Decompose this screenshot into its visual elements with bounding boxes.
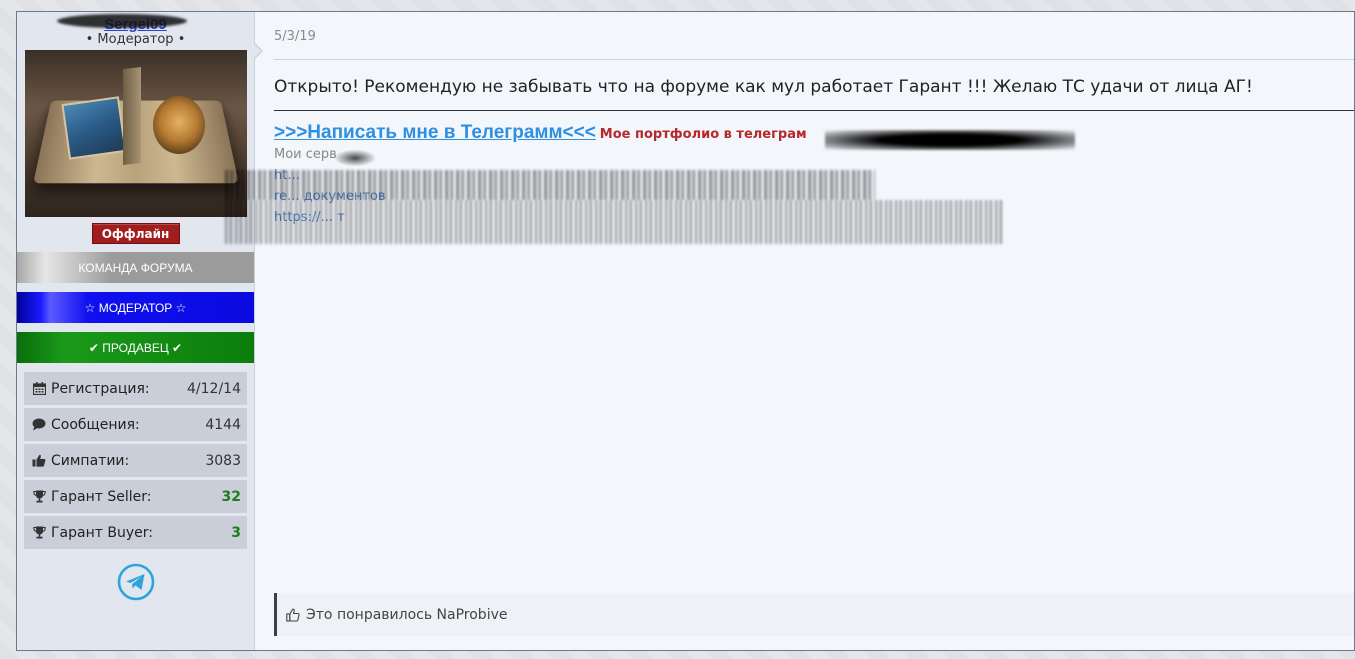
post-date[interactable]: 5/3/19 bbox=[274, 29, 1354, 49]
stat-registration: Регистрация: 4/12/14 bbox=[24, 372, 247, 405]
stat-buyer-label-wrap: Гарант Buyer: bbox=[32, 525, 153, 541]
banner-seller: ✔ ПРОДАВЕЦ ✔ bbox=[17, 332, 254, 363]
signature-link[interactable]: https://... т bbox=[274, 207, 1354, 228]
speech-bubble-icon bbox=[32, 418, 46, 432]
stat-likes-label-wrap: Симпатии: bbox=[32, 453, 129, 469]
post-content: 5/3/19 Открыто! Рекомендую не забывать ч… bbox=[225, 12, 1354, 650]
user-stats: Регистрация: 4/12/14 Сообщения: 4144 Сим… bbox=[24, 372, 247, 549]
username-block: Sergei09 bbox=[17, 12, 254, 33]
stat-label: Сообщения: bbox=[51, 416, 140, 433]
telegram-contact-link[interactable]: >>>Написать мне в Телеграмм<<< bbox=[274, 122, 596, 144]
stat-value: 32 bbox=[221, 488, 241, 505]
stat-value: 4/12/14 bbox=[187, 380, 241, 397]
signature-links: ht... re... документов https://... т bbox=[274, 165, 1354, 228]
stat-likes: Симпатии: 3083 bbox=[24, 444, 247, 477]
trophy-icon bbox=[32, 526, 46, 540]
avatar[interactable] bbox=[24, 50, 247, 217]
signature-header: >>>Написать мне в Телеграмм<<< Мое портф… bbox=[274, 122, 1354, 144]
user-title: • Модератор • bbox=[85, 32, 186, 47]
banner-moderator: ☆ МОДЕРАТОР ☆ bbox=[17, 292, 254, 323]
stat-value: 3083 bbox=[205, 452, 241, 469]
stat-messages[interactable]: Сообщения: 4144 bbox=[24, 408, 247, 441]
user-sidebar: Sergei09 • Модератор • Оффлайн КОМАНДА Ф… bbox=[17, 12, 263, 650]
divider bbox=[274, 59, 1354, 60]
stat-registration-label-wrap: Регистрация: bbox=[32, 381, 150, 397]
likes-text[interactable]: Это понравилось NaProbive bbox=[306, 607, 507, 623]
forum-post: Sergei09 • Модератор • Оффлайн КОМАНДА Ф… bbox=[16, 11, 1355, 651]
status-badge: Оффлайн bbox=[91, 223, 180, 244]
signature-divider bbox=[274, 110, 1354, 111]
stat-value: 3 bbox=[231, 524, 241, 541]
thumbs-up-outline-icon bbox=[286, 608, 300, 622]
stat-seller-label-wrap: Гарант Seller: bbox=[32, 489, 151, 505]
avatar-lion-picture bbox=[152, 96, 205, 154]
calendar-icon bbox=[32, 382, 46, 396]
telegram-icon[interactable] bbox=[117, 563, 155, 601]
stat-guarantor-seller[interactable]: Гарант Seller: 32 bbox=[24, 480, 247, 513]
redaction-scribble bbox=[57, 14, 187, 28]
thumbs-up-icon bbox=[32, 454, 46, 468]
banner-forum-team: КОМАНДА ФОРУМА bbox=[17, 252, 254, 283]
avatar-book-picture-left bbox=[60, 96, 127, 160]
signature-link[interactable]: re... документов bbox=[274, 186, 1354, 207]
signature-link[interactable]: ht... bbox=[274, 165, 1354, 186]
likes-bar: Это понравилось NaProbive bbox=[274, 593, 1354, 636]
services-text: Мои серв bbox=[274, 147, 337, 162]
portfolio-link[interactable]: Мое портфолио в телеграм bbox=[600, 127, 807, 142]
stat-value: 4144 bbox=[205, 416, 241, 433]
trophy-icon bbox=[32, 490, 46, 504]
avatar-book-page bbox=[122, 67, 141, 165]
stat-label: Регистрация: bbox=[51, 380, 150, 397]
stat-messages-label-wrap: Сообщения: bbox=[32, 417, 140, 433]
stat-label: Гарант Buyer: bbox=[51, 524, 153, 541]
post-message: Открыто! Рекомендую не забывать что на ф… bbox=[274, 77, 1253, 97]
stat-label: Гарант Seller: bbox=[51, 488, 152, 505]
stat-label: Симпатии: bbox=[51, 452, 130, 469]
stat-guarantor-buyer[interactable]: Гарант Buyer: 3 bbox=[24, 516, 247, 549]
